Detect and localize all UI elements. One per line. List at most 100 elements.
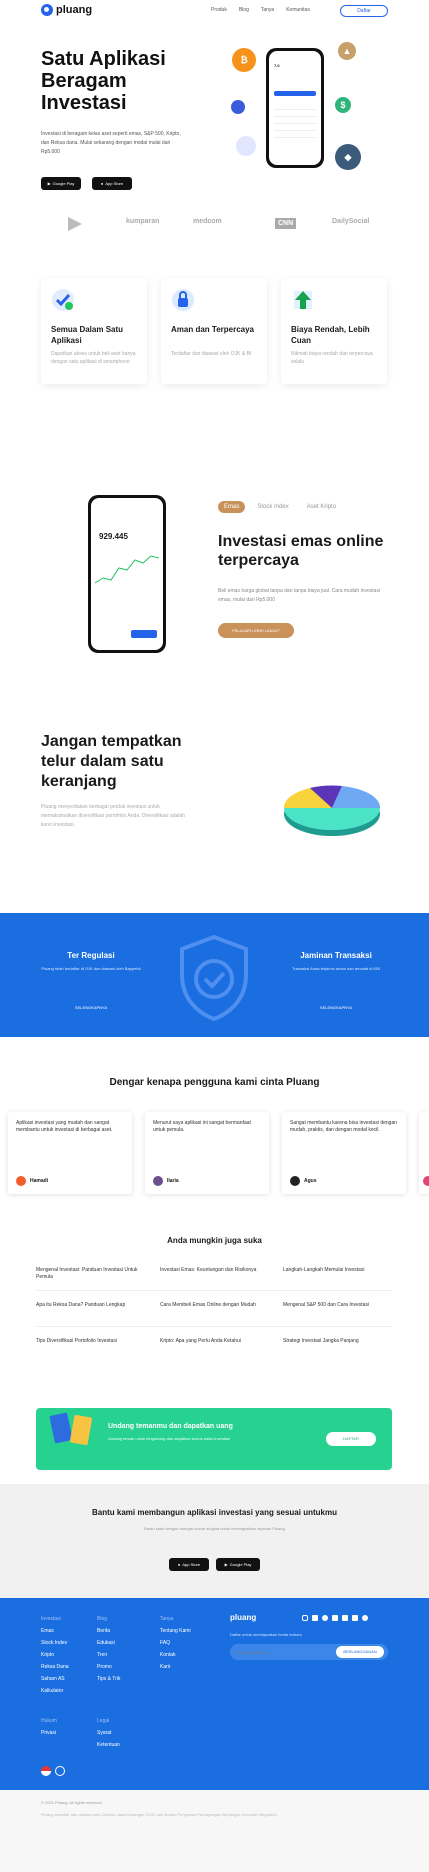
telegram-icon[interactable] xyxy=(362,1615,368,1621)
regulation-title: Ter Regulasi xyxy=(67,951,115,960)
footer-link[interactable]: Kontak xyxy=(160,1652,176,1658)
footer-link[interactable]: Tentang Kami xyxy=(160,1628,191,1634)
footer-link[interactable]: Emas xyxy=(41,1628,54,1634)
footer-heading: Hukum xyxy=(41,1718,57,1724)
footer-link[interactable]: FAQ xyxy=(160,1640,170,1646)
article-link[interactable]: Apa itu Reksa Dana? Panduan Lengkap xyxy=(36,1302,144,1309)
survey-google-play-button[interactable]: ▶ Google Play xyxy=(216,1558,260,1571)
diversify-title: Jangan tempatkan telur dalam satu keranj… xyxy=(41,733,182,790)
article-link[interactable]: Kripto: Apa yang Perlu Anda Ketahui xyxy=(160,1338,268,1345)
footer-link[interactable]: Kripto xyxy=(41,1652,54,1658)
feature-title: Biaya Rendah, Lebih Cuan xyxy=(291,325,370,345)
footer-link[interactable]: Tips & Trik xyxy=(97,1676,120,1682)
testimonial-name: Ilaria xyxy=(167,1178,179,1184)
footer-link[interactable]: Privasi xyxy=(41,1730,56,1736)
footer: Investasi Emas Stock Index Kripto Reksa … xyxy=(0,1598,429,1790)
referral-signup-button[interactable]: DAFTAR xyxy=(326,1432,376,1446)
footer-link[interactable]: Edukasi xyxy=(97,1640,115,1646)
testimonial-card-3: Sangat membantu karena bisa investasi de… xyxy=(282,1112,406,1194)
footer-link[interactable]: Karir xyxy=(160,1664,171,1670)
article-link[interactable]: Investasi Emas: Keuntungan dan Risikonya xyxy=(160,1267,268,1274)
nav-link-tanya[interactable]: Tanya xyxy=(261,7,274,13)
ethereum-icon: ◆ xyxy=(335,144,361,170)
instagram-icon[interactable] xyxy=(302,1615,308,1621)
coin-icon xyxy=(231,100,245,114)
apple-icon: ● xyxy=(100,181,104,186)
subscribe-button[interactable]: BERLANGGANAN xyxy=(336,1646,384,1658)
testimonial-quote: Sangat membantu karena bisa investasi de… xyxy=(290,1120,398,1133)
articles-heading: Anda mungkin juga suka xyxy=(167,1236,262,1245)
guarantee-link[interactable]: SELENGKAPNYA xyxy=(286,1005,386,1010)
tiktok-icon[interactable] xyxy=(352,1615,358,1621)
testimonial-name: Hamadi xyxy=(30,1178,49,1184)
article-link[interactable]: Mengenal Investasi: Panduan Investasi Un… xyxy=(36,1267,144,1281)
footer-link[interactable]: Reksa Dana xyxy=(41,1664,69,1670)
feature-card-2: Aman dan Terpercaya Terdaftar dan diawas… xyxy=(161,278,267,384)
check-shield-icon xyxy=(52,289,74,311)
signup-button[interactable]: Daftar xyxy=(340,5,388,17)
feature-title: Semua Dalam Satu Aplikasi xyxy=(51,325,124,345)
globe-icon[interactable] xyxy=(55,1766,65,1776)
divider xyxy=(36,1290,392,1291)
copyright-text: © 2021 Pluang. All rights reserved. xyxy=(41,1800,103,1805)
footer-link[interactable]: Saham AS xyxy=(41,1676,65,1682)
card-yellow-icon xyxy=(69,1414,93,1446)
article-link[interactable]: Langkah-Langkah Memulai Investasi xyxy=(283,1267,391,1274)
feature-desc: Terdaftar dan diawasi oleh OJK & BI xyxy=(171,351,252,357)
app-store-button[interactable]: ● App Store xyxy=(92,177,132,190)
phone-gold-value: 929.445 xyxy=(99,532,128,541)
diversify-desc: Pluang menyediakan berbagai produk inves… xyxy=(41,804,185,828)
phone-buy-button xyxy=(131,630,157,638)
tab-emas[interactable]: Emas xyxy=(218,501,246,513)
footer-link[interactable]: Kalkulator xyxy=(41,1688,63,1694)
footer-logo: pluang xyxy=(230,1613,257,1622)
tab-stock-index[interactable]: Stock Index xyxy=(251,501,294,513)
play-icon: ▶ xyxy=(47,181,51,186)
survey-app-store-button[interactable]: ● App Store xyxy=(169,1558,209,1571)
footer-link[interactable]: Berita xyxy=(97,1628,110,1634)
referral-title: Undang temanmu dan dapatkan uang xyxy=(108,1423,233,1430)
linkedin-icon[interactable] xyxy=(342,1615,348,1621)
play-icon: ▶ xyxy=(224,1562,228,1567)
press-logo-kumparan: kumparan xyxy=(126,218,160,225)
social-icons xyxy=(302,1615,368,1621)
nav-link-produk[interactable]: Produk xyxy=(211,7,227,13)
footer-link[interactable]: Stock Index xyxy=(41,1640,67,1646)
footer-link[interactable]: Tren xyxy=(97,1652,107,1658)
survey-section: Bantu kami membangun aplikasi investasi … xyxy=(0,1484,429,1598)
feature-desc: Dapatkan akses untuk beli aset hanya den… xyxy=(51,351,136,365)
regulation-link[interactable]: SELENGKAPNYA xyxy=(41,1005,141,1010)
product-phone: 929.445 xyxy=(88,495,166,653)
nav-links: Produk Blog Tanya Komunitas xyxy=(211,7,310,13)
feature-card-1: Semua Dalam Satu Aplikasi Dapatkan akses… xyxy=(41,278,147,384)
avatar xyxy=(153,1176,163,1186)
footer-link[interactable]: Ketentuan xyxy=(97,1742,120,1748)
language-flag-icon[interactable] xyxy=(41,1766,51,1776)
flag-icon xyxy=(236,136,256,156)
nav-link-komunitas[interactable]: Komunitas xyxy=(286,7,310,13)
article-link[interactable]: Mengenal S&P 500 dan Cara Investasi xyxy=(283,1302,391,1309)
footer-link[interactable]: Promo xyxy=(97,1664,112,1670)
newsletter-form: BERLANGGANAN xyxy=(230,1644,388,1660)
google-play-button[interactable]: ▶ Google Play xyxy=(41,177,81,190)
tab-aset-kripto[interactable]: Aset Kripto xyxy=(301,501,342,513)
arrow-up-icon xyxy=(294,291,312,309)
email-input[interactable] xyxy=(236,1647,326,1657)
press-logo-cnn: CNN xyxy=(275,218,297,229)
article-link[interactable]: Tips Diversifikasi Portofolio Investasi xyxy=(36,1338,144,1345)
youtube-icon[interactable] xyxy=(332,1615,338,1621)
footer-link[interactable]: Syarat xyxy=(97,1730,111,1736)
twitter-icon[interactable] xyxy=(322,1615,328,1621)
facebook-icon[interactable] xyxy=(312,1615,318,1621)
gold-line-chart xyxy=(95,555,159,584)
article-link[interactable]: Strategi Investasi Jangka Panjang xyxy=(283,1338,391,1345)
nav-link-blog[interactable]: Blog xyxy=(239,7,249,13)
pluang-logo[interactable]: pluang xyxy=(41,4,92,16)
trust-section: Ter Regulasi Pluang telah terdaftar di O… xyxy=(0,913,429,1037)
article-link[interactable]: Cara Membeli Emas Online dengan Mudah xyxy=(160,1302,268,1309)
feature-title: Aman dan Terpercaya xyxy=(171,325,254,334)
bitcoin-icon: ₿ xyxy=(232,48,256,72)
divider xyxy=(36,1326,392,1327)
learn-more-button[interactable]: PELAJARI LEBIH LANJUT xyxy=(218,623,294,638)
testimonial-card-2: Menurut saya aplikasi ini sangat bermanf… xyxy=(145,1112,269,1194)
